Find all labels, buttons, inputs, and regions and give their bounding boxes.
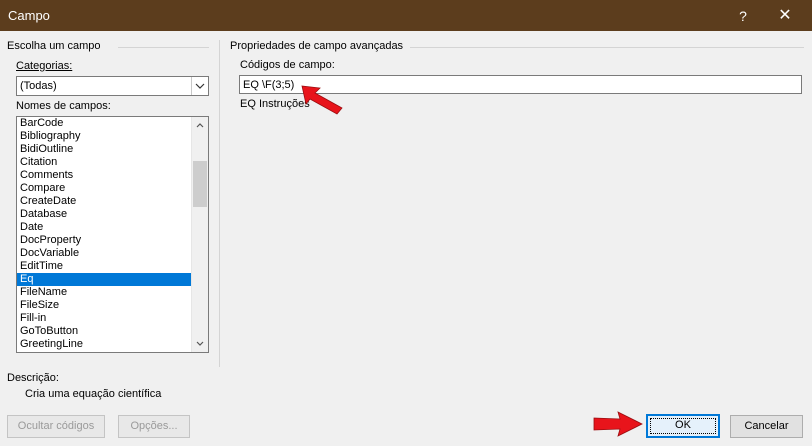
- right-group-title: Propriedades de campo avançadas: [230, 40, 404, 52]
- ok-button-label: OK: [675, 419, 691, 431]
- options-button[interactable]: Opções...: [118, 415, 190, 438]
- title-bar: Campo ? ✕: [0, 0, 812, 31]
- categories-label-text: Categorias:: [16, 60, 73, 72]
- ok-button[interactable]: OK: [646, 414, 720, 438]
- hide-codes-button[interactable]: Ocultar códigos: [7, 415, 105, 438]
- field-names-items: BarCode Bibliography BidiOutline Citation Co…: [17, 117, 192, 351]
- list-item[interactable]: FileName: [17, 286, 192, 299]
- chevron-down-icon[interactable]: [191, 77, 208, 95]
- list-item[interactable]: BarCode: [17, 117, 192, 130]
- list-item[interactable]: DocVariable: [17, 247, 192, 260]
- scroll-down-icon-svg: [196, 341, 204, 346]
- list-item[interactable]: Citation: [17, 156, 192, 169]
- list-item[interactable]: Comments: [17, 169, 192, 182]
- description-label: Descrição:: [7, 372, 59, 384]
- red-arrow-icon: [301, 85, 343, 115]
- scroll-down-icon[interactable]: [192, 335, 208, 352]
- window-title: Campo: [8, 8, 50, 23]
- list-item[interactable]: Date: [17, 221, 192, 234]
- list-item[interactable]: EditTime: [17, 260, 192, 273]
- list-item[interactable]: GreetingLine: [17, 338, 192, 351]
- list-item[interactable]: Eq: [17, 273, 192, 286]
- list-item[interactable]: FileSize: [17, 299, 192, 312]
- left-group-title: Escolha um campo: [7, 40, 101, 52]
- right-group-rule: [410, 47, 804, 48]
- scroll-up-icon[interactable]: [192, 117, 208, 134]
- list-item[interactable]: Fill-in: [17, 312, 192, 325]
- list-item[interactable]: DocProperty: [17, 234, 192, 247]
- list-item[interactable]: CreateDate: [17, 195, 192, 208]
- list-item[interactable]: Bibliography: [17, 130, 192, 143]
- chevron-down-icon-svg: [195, 83, 205, 89]
- field-names-list[interactable]: BarCode Bibliography BidiOutline Citation Co…: [16, 116, 209, 353]
- list-scrollbar[interactable]: [191, 117, 208, 352]
- categories-value: (Todas): [20, 80, 57, 92]
- description-text: Cria uma equação científica: [25, 388, 162, 400]
- cancel-button[interactable]: Cancelar: [730, 415, 803, 438]
- list-item[interactable]: GoToButton: [17, 325, 192, 338]
- scroll-up-icon-svg: [196, 123, 204, 128]
- field-names-label: Nomes de campos:: [16, 100, 111, 112]
- close-button[interactable]: ✕: [773, 6, 797, 26]
- field-codes-label: Códigos de campo:: [240, 59, 335, 71]
- categories-label: Categorias:: [16, 60, 72, 72]
- red-arrow-icon: [593, 411, 643, 437]
- help-button[interactable]: ?: [733, 6, 753, 26]
- left-group-rule: [118, 47, 209, 48]
- list-item[interactable]: Database: [17, 208, 192, 221]
- list-item[interactable]: Compare: [17, 182, 192, 195]
- scroll-thumb[interactable]: [193, 161, 207, 207]
- list-item[interactable]: BidiOutline: [17, 143, 192, 156]
- group-divider: [219, 40, 220, 367]
- categories-combo[interactable]: (Todas): [16, 76, 209, 96]
